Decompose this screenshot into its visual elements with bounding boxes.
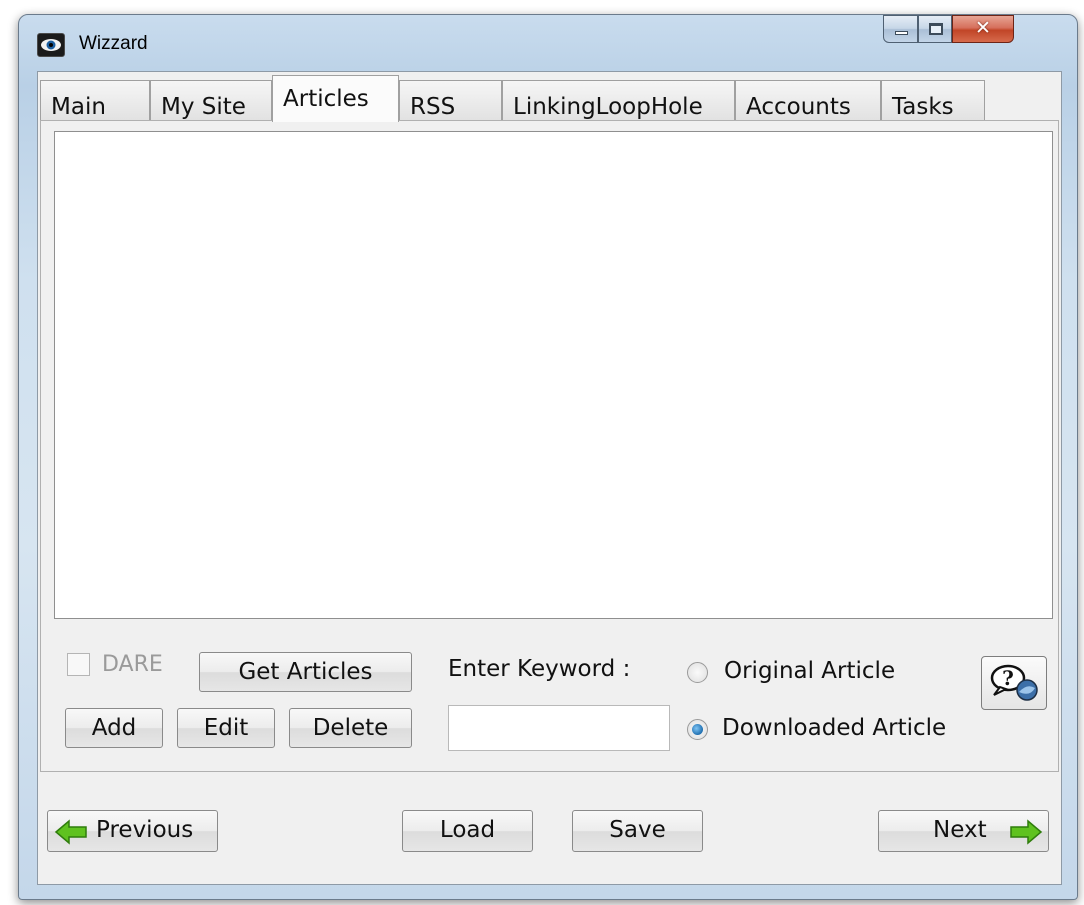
- keyword-label: Enter Keyword :: [448, 656, 631, 682]
- arrow-left-icon: [54, 819, 87, 845]
- wizard-window: Wizzard ✕ Main My Site Articles RSS Link…: [18, 14, 1078, 900]
- next-label: Next: [933, 817, 987, 843]
- keyword-input[interactable]: [448, 705, 670, 751]
- tab-tasks[interactable]: Tasks: [881, 80, 985, 120]
- minimize-button[interactable]: [883, 15, 918, 43]
- wizard-client-area: Main My Site Articles RSS LinkingLoopHol…: [37, 71, 1062, 885]
- window-title: Wizzard: [79, 33, 148, 54]
- save-button[interactable]: Save: [572, 810, 703, 852]
- close-icon: ✕: [975, 17, 991, 39]
- tab-my-site[interactable]: My Site: [150, 80, 272, 120]
- svg-text:?: ?: [1002, 666, 1014, 690]
- tab-articles[interactable]: Articles: [272, 75, 399, 122]
- delete-button[interactable]: Delete: [289, 708, 412, 748]
- maximize-button[interactable]: [918, 15, 952, 43]
- tab-main[interactable]: Main: [40, 80, 150, 120]
- maximize-icon: [929, 23, 943, 35]
- edit-button[interactable]: Edit: [177, 708, 275, 748]
- help-button[interactable]: ?: [981, 656, 1047, 710]
- eye-icon: [37, 33, 65, 57]
- original-article-label: Original Article: [724, 658, 896, 684]
- tab-rss[interactable]: RSS: [399, 80, 502, 120]
- previous-label: Previous: [96, 817, 194, 843]
- load-button[interactable]: Load: [402, 810, 533, 852]
- tab-accounts[interactable]: Accounts: [735, 80, 881, 120]
- dare-checkbox[interactable]: [67, 653, 90, 676]
- articles-tab-panel: DARE Get Articles Add Edit Delete Enter …: [40, 120, 1059, 772]
- dare-label: DARE: [102, 652, 163, 677]
- previous-button[interactable]: Previous: [47, 810, 218, 852]
- original-article-radio[interactable]: [687, 662, 708, 683]
- arrow-right-icon: [1010, 819, 1043, 845]
- radio-selected-dot: [692, 724, 703, 735]
- help-icon: ?: [990, 664, 1038, 701]
- downloaded-article-label: Downloaded Article: [722, 715, 947, 741]
- articles-list[interactable]: [54, 131, 1053, 619]
- minimize-icon: [895, 31, 908, 35]
- add-button[interactable]: Add: [65, 708, 163, 748]
- downloaded-article-radio[interactable]: [687, 719, 708, 740]
- close-button[interactable]: ✕: [952, 15, 1014, 43]
- get-articles-button[interactable]: Get Articles: [199, 652, 412, 692]
- title-bar[interactable]: Wizzard ✕: [19, 15, 1077, 73]
- next-button[interactable]: Next: [878, 810, 1049, 852]
- tab-linkingloophole[interactable]: LinkingLoopHole: [502, 80, 735, 120]
